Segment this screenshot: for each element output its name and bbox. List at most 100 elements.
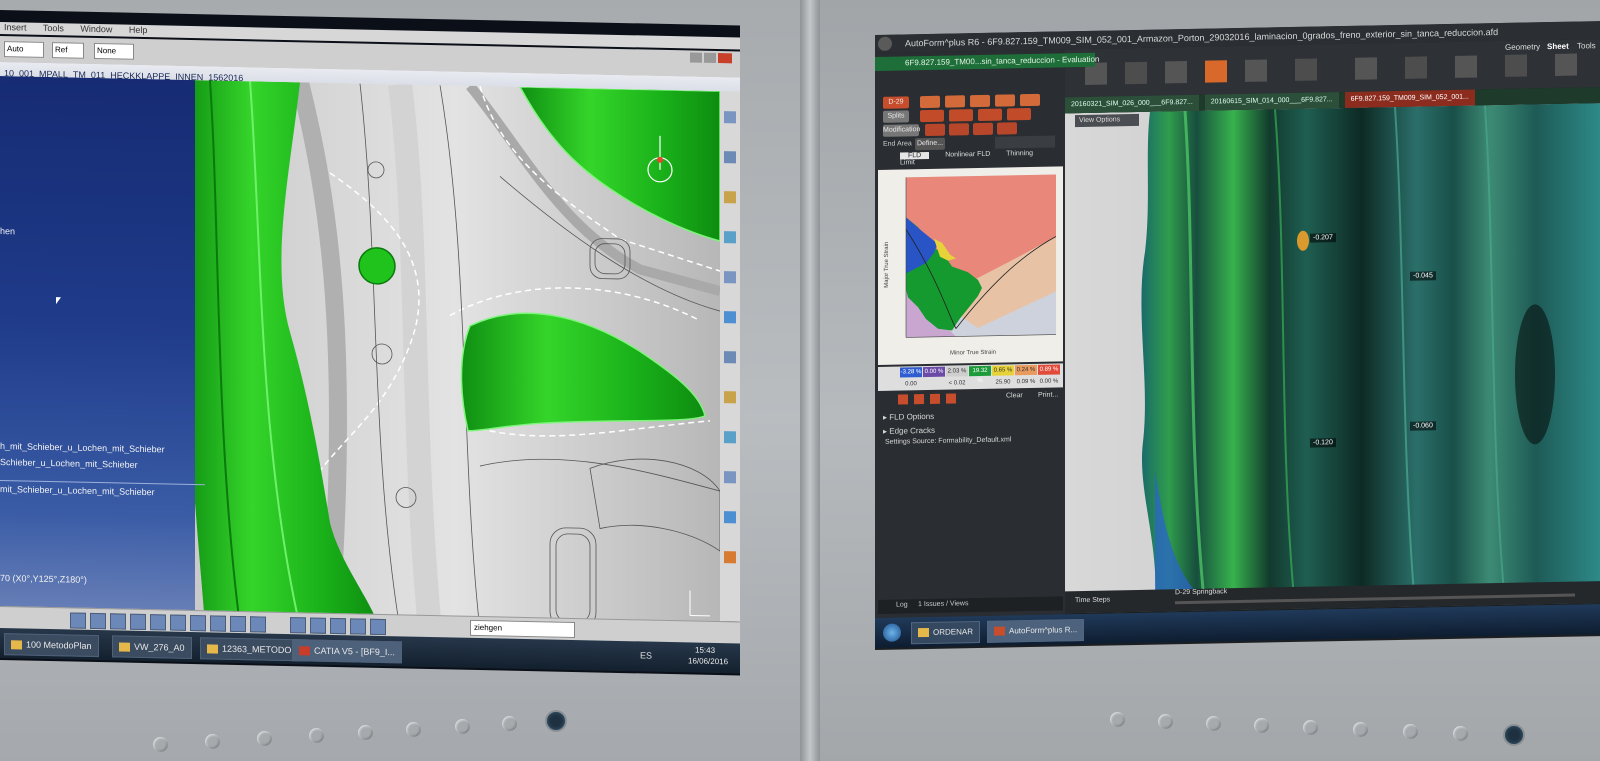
none-field[interactable]: None (94, 42, 134, 60)
monitor-button[interactable] (1110, 712, 1125, 727)
taskbar-item[interactable]: VW_276_A0 (112, 635, 192, 660)
monitor-button[interactable] (205, 734, 220, 749)
ribbon-tool-icon[interactable] (1295, 58, 1317, 81)
ribbon-tab-sheet[interactable]: Sheet (1547, 42, 1569, 51)
monitor-button[interactable] (1303, 720, 1318, 735)
taskbar-item-autoform[interactable]: AutoForm^plus R... (987, 618, 1085, 643)
panel-option-button[interactable] (925, 123, 945, 137)
toolbar-tool-icon[interactable] (110, 613, 126, 630)
toolbar-tool-icon[interactable] (190, 614, 206, 632)
toolbar-tool-icon[interactable] (724, 431, 736, 444)
panel-option-button[interactable] (978, 108, 1002, 122)
button-modification[interactable]: Modification (883, 124, 920, 137)
panel-option-button[interactable] (945, 95, 965, 108)
snap-field[interactable]: Auto (4, 41, 44, 58)
toolbar-tool-icon[interactable] (230, 615, 246, 633)
command-field[interactable]: ziehgen (470, 619, 575, 639)
ribbon-tool-icon[interactable] (1165, 61, 1187, 84)
tree-item[interactable]: Schieber_u_Lochen_mit_Schieber (0, 457, 138, 470)
ribbon-tool-icon[interactable] (1555, 53, 1577, 76)
toolbar-tool-icon[interactable] (250, 616, 266, 633)
toolbar-tool-icon[interactable] (370, 618, 386, 636)
log-tab[interactable]: Log (896, 601, 908, 608)
toolbar-tool-icon[interactable] (724, 471, 736, 484)
ribbon-tool-icon[interactable] (1505, 54, 1527, 77)
toolbar-tool-icon[interactable] (150, 614, 166, 631)
panel-option-button[interactable] (997, 122, 1017, 135)
ribbon-tool-icon[interactable] (1405, 56, 1427, 79)
close-icon[interactable] (718, 53, 732, 64)
toolbar-tool-icon[interactable] (350, 618, 366, 635)
toolbar-tool-icon[interactable] (724, 191, 736, 204)
monitor-button[interactable] (1254, 718, 1269, 733)
clear-button[interactable]: Clear (1006, 392, 1023, 399)
catia-3d-viewport[interactable]: hen h_mit_Schieber_u_Lochen_mit_Schieber… (0, 76, 720, 637)
toolbar-tool-icon[interactable] (724, 311, 736, 324)
monitor-button[interactable] (502, 716, 517, 731)
ribbon-tab-tools[interactable]: Tools (1577, 41, 1596, 50)
forming-limit-diagram[interactable]: Minor True Strain Major True Strain (878, 166, 1063, 365)
menu-window[interactable]: Window (80, 24, 112, 35)
time-step-slider[interactable] (1175, 593, 1575, 605)
panel-option-button[interactable] (970, 94, 990, 108)
ribbon-tool-icon[interactable] (1205, 60, 1227, 83)
panel-option-button[interactable] (973, 122, 993, 136)
toolbar-tool-icon[interactable] (210, 615, 226, 632)
ref-field[interactable]: Ref (52, 42, 84, 59)
monitor-button[interactable] (309, 728, 324, 743)
issues-tab[interactable]: 1 Issues / Views (918, 600, 968, 608)
ribbon-tool-icon[interactable] (1245, 59, 1267, 82)
toolbar-tool-icon[interactable] (724, 271, 736, 284)
menu-tools[interactable]: Tools (43, 23, 64, 33)
monitor-button[interactable] (455, 719, 470, 734)
menu-insert[interactable]: Insert (4, 22, 27, 32)
toolbar-tool-icon[interactable] (290, 617, 306, 634)
toolbar-tool-icon[interactable] (310, 617, 326, 634)
tab-nonlinear-fld[interactable]: Nonlinear FLD (945, 151, 990, 159)
toolbar-tool-icon[interactable] (724, 551, 736, 564)
start-button-icon[interactable] (883, 623, 901, 642)
autoform-3d-viewport[interactable]: View Options -0.207 -0.045 -0.120 -0.060 (1065, 103, 1600, 614)
tree-item[interactable]: mit_Schieber_u_Lochen_mit_Schieber (0, 484, 155, 497)
monitor-button[interactable] (1158, 714, 1173, 729)
print-button[interactable]: Print... (1038, 391, 1058, 398)
monitor-button[interactable] (257, 731, 272, 746)
toolbar-tool-icon[interactable] (330, 617, 346, 635)
toolbar-tool-icon[interactable] (724, 391, 736, 404)
ribbon-tool-icon[interactable] (1125, 61, 1147, 85)
button-d29[interactable]: D-29 (883, 96, 909, 109)
toolbar-tool-icon[interactable] (724, 231, 736, 244)
ribbon-tool-icon[interactable] (1455, 55, 1477, 78)
power-button[interactable] (547, 712, 565, 730)
language-indicator[interactable]: ES (640, 650, 652, 660)
minimize-icon[interactable] (690, 52, 702, 63)
monitor-button[interactable] (1206, 716, 1221, 731)
monitor-button[interactable] (153, 737, 168, 752)
toolbar-tool-icon[interactable] (90, 612, 106, 630)
toolbar-tool-icon[interactable] (724, 151, 736, 164)
legend-tool-icon[interactable] (946, 393, 956, 404)
monitor-button[interactable] (358, 725, 373, 740)
monitor-button[interactable] (1353, 722, 1368, 737)
panel-option-button[interactable] (949, 123, 969, 136)
toolbar-tool-icon[interactable] (724, 351, 736, 364)
toolbar-tool-icon[interactable] (170, 614, 186, 631)
monitor-button[interactable] (1403, 724, 1418, 739)
panel-icon-strip[interactable] (995, 135, 1055, 149)
panel-option-button[interactable] (1020, 93, 1040, 107)
legend-tool-icon[interactable] (898, 394, 908, 405)
time-steps-label[interactable]: Time Steps (1075, 596, 1110, 604)
panel-option-button[interactable] (920, 95, 940, 109)
tree-item[interactable]: 70 (X0°,Y125°,Z180°) (0, 573, 87, 585)
view-options-button[interactable]: View Options (1075, 113, 1139, 128)
define-button[interactable]: Define... (915, 137, 945, 151)
tree-item[interactable]: hen (0, 226, 15, 236)
maximize-icon[interactable] (704, 52, 716, 63)
fld-options-section[interactable]: ▸ FLD Options (883, 412, 934, 422)
toolbar-tool-icon[interactable] (724, 511, 736, 524)
taskbar-item[interactable]: 100 MetodoPlan (4, 633, 99, 658)
power-button[interactable] (1505, 726, 1523, 744)
monitor-button[interactable] (1453, 726, 1468, 741)
legend-tool-icon[interactable] (930, 393, 940, 404)
panel-option-button[interactable] (949, 109, 973, 122)
